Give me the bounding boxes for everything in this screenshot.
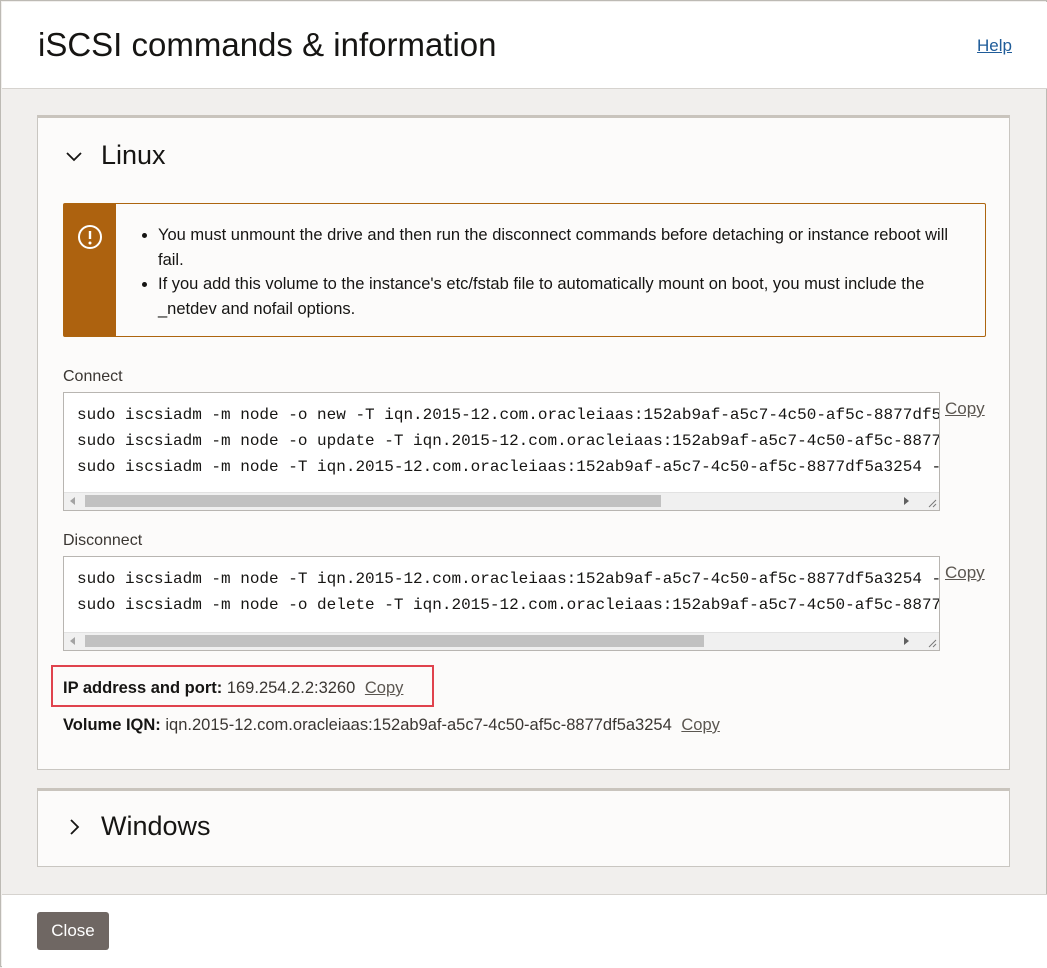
disconnect-commands: sudo iscsiadm -m node -T iqn.2015-12.com… [77,566,940,618]
connect-label: Connect [63,368,123,385]
linux-section: Linux You must unmount the drive and the… [37,115,1010,770]
command-line: sudo iscsiadm -m node -T iqn.2015-12.com… [77,458,940,476]
copy-iqn-button[interactable]: Copy [681,716,720,734]
copy-disconnect-button[interactable]: Copy [945,563,985,583]
linux-section-title: Linux [101,140,166,170]
windows-section: Windows [37,788,1010,867]
dialog-title: iSCSI commands & information [38,26,497,63]
disconnect-commands-textarea[interactable]: sudo iscsiadm -m node -T iqn.2015-12.com… [63,556,940,651]
warning-item: If you add this volume to the instance's… [158,272,978,321]
volume-iqn-value: iqn.2015-12.com.oracleiaas:152ab9af-a5c7… [165,716,672,734]
scroll-left-icon[interactable] [70,637,75,645]
ip-address-row: IP address and port: 169.254.2.2:3260 Co… [63,679,403,698]
scroll-right-icon[interactable] [904,497,909,505]
volume-iqn-row: Volume IQN: iqn.2015-12.com.oracleiaas:1… [63,716,720,735]
command-line: sudo iscsiadm -m node -o new -T iqn.2015… [77,406,940,424]
chevron-down-icon [66,151,82,161]
scroll-right-icon[interactable] [904,637,909,645]
chevron-right-icon [70,818,80,835]
help-link[interactable]: Help [977,36,1012,56]
horizontal-scrollbar[interactable] [64,632,939,650]
warning-alert: You must unmount the drive and then run … [63,203,986,337]
exclamation-circle-icon [78,225,102,249]
dialog-footer: Close [2,894,1047,968]
ip-address-value: 169.254.2.2:3260 [226,679,356,697]
warning-item: You must unmount the drive and then run … [158,223,978,272]
warning-list: You must unmount the drive and then run … [136,223,978,321]
command-line: sudo iscsiadm -m node -o update -T iqn.2… [77,432,940,450]
dialog-header: iSCSI commands & information Help [2,2,1047,89]
volume-iqn-label: Volume IQN: [63,716,161,734]
warning-strip [64,204,116,336]
connect-commands-textarea[interactable]: sudo iscsiadm -m node -o new -T iqn.2015… [63,392,940,511]
copy-ip-button[interactable]: Copy [365,679,404,697]
scrollbar-thumb[interactable] [85,495,661,507]
resize-grip-icon[interactable] [927,498,937,508]
close-button[interactable]: Close [37,912,109,950]
ip-address-label: IP address and port: [63,679,223,697]
dialog: iSCSI commands & information Help Linux … [0,0,1047,968]
connect-commands: sudo iscsiadm -m node -o new -T iqn.2015… [77,402,940,480]
scroll-left-icon[interactable] [70,497,75,505]
disconnect-label: Disconnect [63,532,143,549]
windows-section-title: Windows [101,811,211,841]
command-line: sudo iscsiadm -m node -T iqn.2015-12.com… [77,570,940,588]
scrollbar-thumb[interactable] [85,635,704,647]
copy-connect-button[interactable]: Copy [945,399,985,419]
resize-grip-icon[interactable] [927,638,937,648]
windows-section-toggle[interactable]: Windows [64,811,211,842]
horizontal-scrollbar[interactable] [64,492,939,510]
linux-section-toggle[interactable]: Linux [64,140,166,171]
command-line: sudo iscsiadm -m node -o delete -T iqn.2… [77,596,940,614]
